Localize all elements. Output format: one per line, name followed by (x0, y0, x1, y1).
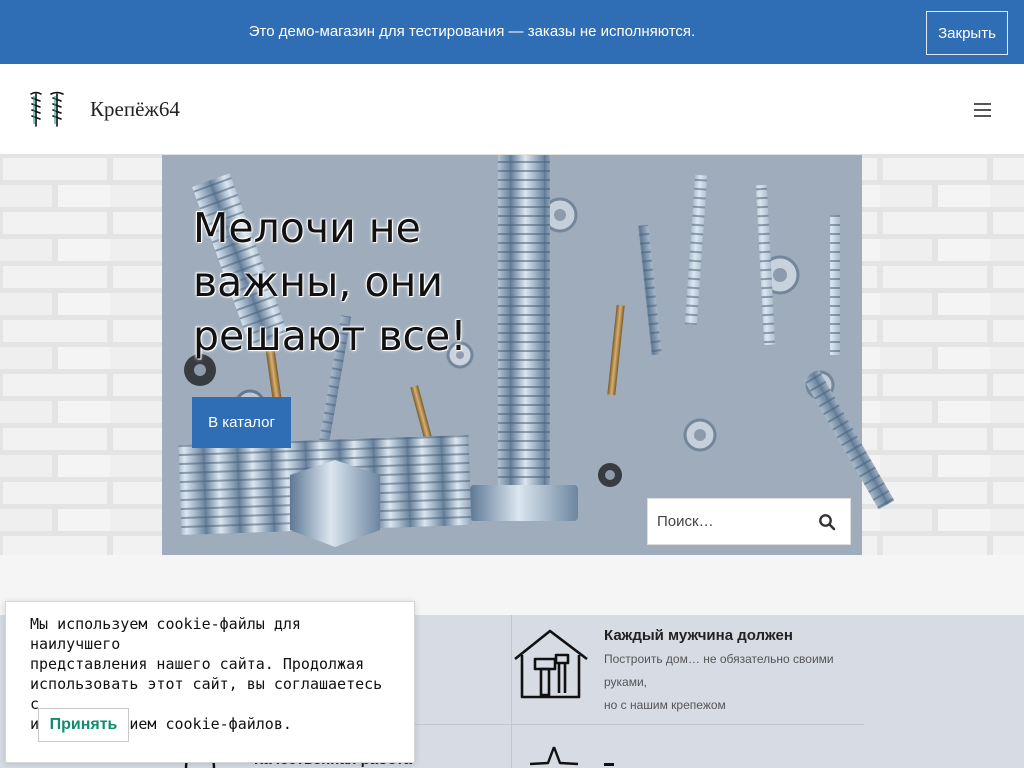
search-input[interactable] (648, 499, 808, 544)
hero-banner: Мелочи не важны, они решают все! В катал… (0, 155, 1024, 555)
demo-notice-text: Это демо-магазин для тестирования — зака… (248, 23, 696, 40)
search-box (647, 498, 851, 545)
feature-description: Построить дом… не обязательно своими рук… (604, 648, 874, 717)
catalog-button[interactable]: В каталог (192, 397, 291, 448)
feature-description-line: Построить дом… не обязательно своими рук… (604, 652, 834, 689)
cookie-text-line: представления нашего сайта. Продолжая (30, 655, 365, 673)
hero-headline: Мелочи не важны, они решают все! (193, 201, 523, 363)
house-tools-icon (514, 629, 588, 699)
feature-title-fragment (604, 763, 614, 766)
hero-headline-line: важны, они (193, 258, 444, 306)
hero-headline-line: решают все! (193, 312, 467, 360)
search-icon[interactable] (818, 513, 836, 531)
cookie-text-line: Мы используем cookie-файлы для наилучшег… (30, 615, 301, 653)
screws-logo-icon[interactable] (26, 88, 68, 130)
demo-close-button[interactable]: Закрыть (926, 11, 1008, 55)
hero-headline-line: Мелочи не (193, 204, 421, 252)
cookie-banner: Мы используем cookie-файлы для наилучшег… (5, 601, 415, 763)
feature-description-line: но с нашим крепежом (604, 698, 726, 712)
star-icon (529, 746, 579, 766)
feature-title: Каждый мужчина должен (604, 627, 793, 644)
demo-notice-bar: Это демо-магазин для тестирования — зака… (0, 0, 1024, 64)
site-header: Крепёж64 (0, 64, 1024, 155)
site-name[interactable]: Крепёж64 (90, 97, 180, 122)
hamburger-menu-icon[interactable] (966, 94, 998, 126)
feature-every-man: Каждый мужчина должен Построить дом… не … (604, 627, 874, 717)
cookie-accept-button[interactable]: Принять (38, 708, 129, 742)
